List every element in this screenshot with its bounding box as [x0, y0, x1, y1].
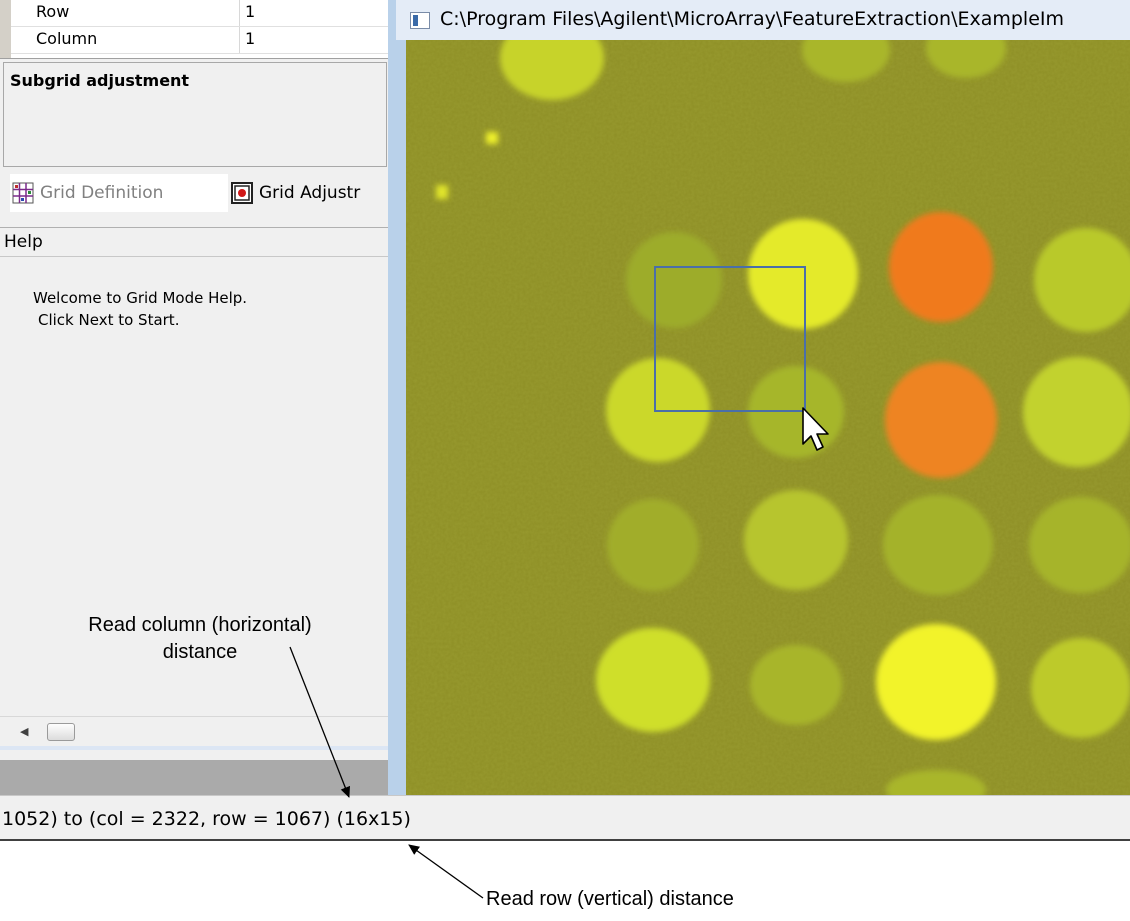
property-row-column[interactable]: Column 1 [11, 27, 388, 54]
property-grid-gutter [0, 0, 11, 58]
bright-speck [436, 185, 448, 199]
help-horizontal-scrollbar[interactable]: ◀ [0, 716, 388, 747]
subgrid-adjustment-title: Subgrid adjustment [10, 71, 190, 90]
feature-spot [748, 219, 858, 329]
row-arrow [408, 844, 484, 899]
tab-grid-definition-label: Grid Definition [40, 183, 164, 203]
feature-spot [607, 499, 699, 591]
property-name: Row [36, 2, 70, 21]
mode-tabs: Grid Definition Grid Adjustr [0, 170, 388, 212]
feature-spot [883, 495, 993, 595]
subgrid-adjustment-panel: Subgrid adjustment [3, 62, 387, 167]
feature-spot [1029, 497, 1130, 593]
grid-adjustment-icon [231, 182, 253, 204]
tab-grid-definition[interactable]: Grid Definition [10, 174, 228, 212]
property-separator [239, 27, 240, 53]
microarray-image[interactable] [406, 40, 1130, 795]
feature-spot [744, 490, 848, 590]
status-bar: 1052) to (col = 2322, row = 1067) (16x15… [0, 795, 1130, 841]
status-coordinates-text: 1052) to (col = 2322, row = 1067) (16x15… [2, 808, 411, 830]
help-text-line: Click Next to Start. [38, 311, 180, 329]
scrollbar-thumb[interactable] [47, 723, 75, 741]
feature-spot [876, 624, 996, 740]
tab-grid-adjustment[interactable]: Grid Adjustr [229, 174, 388, 212]
feature-spot [596, 628, 710, 732]
column-annotation-line: distance [162, 641, 238, 663]
row-distance-annotation: Read row (vertical) distance [486, 888, 734, 910]
feature-spot [1031, 638, 1130, 738]
column-distance-annotation: Read column (horizontal) distance [66, 612, 334, 666]
feature-spot [889, 212, 993, 322]
feature-spot [626, 232, 722, 328]
help-header: Help [0, 227, 388, 257]
property-grid: Row 1 Column 1 [0, 0, 388, 59]
feature-spot [750, 645, 842, 725]
help-title: Help [4, 232, 43, 252]
panel-divider [0, 746, 388, 750]
empty-panel-area [0, 760, 388, 795]
property-value[interactable]: 1 [245, 29, 255, 48]
image-window-title: C:\Program Files\Agilent\MicroArray\Feat… [440, 8, 1065, 30]
feature-spot [1023, 357, 1130, 467]
left-panel: Row 1 Column 1 Subgrid adjustment Grid D… [0, 0, 388, 795]
column-annotation-line: Read column (horizontal) [88, 614, 312, 636]
tab-grid-adjustment-label: Grid Adjustr [259, 183, 361, 203]
scroll-left-arrow-icon[interactable]: ◀ [20, 725, 28, 738]
image-window-titlebar[interactable]: C:\Program Files\Agilent\MicroArray\Feat… [396, 0, 1130, 40]
property-separator [239, 0, 240, 26]
microarray-image-canvas[interactable] [406, 40, 1130, 795]
property-value[interactable]: 1 [245, 2, 255, 21]
property-name: Column [36, 29, 98, 48]
image-window-icon [410, 12, 430, 29]
property-row-row[interactable]: Row 1 [11, 0, 388, 27]
help-text-line: Welcome to Grid Mode Help. [33, 289, 248, 307]
grid-definition-icon [12, 182, 34, 204]
feature-spot [885, 362, 997, 478]
bright-speck [486, 132, 498, 144]
